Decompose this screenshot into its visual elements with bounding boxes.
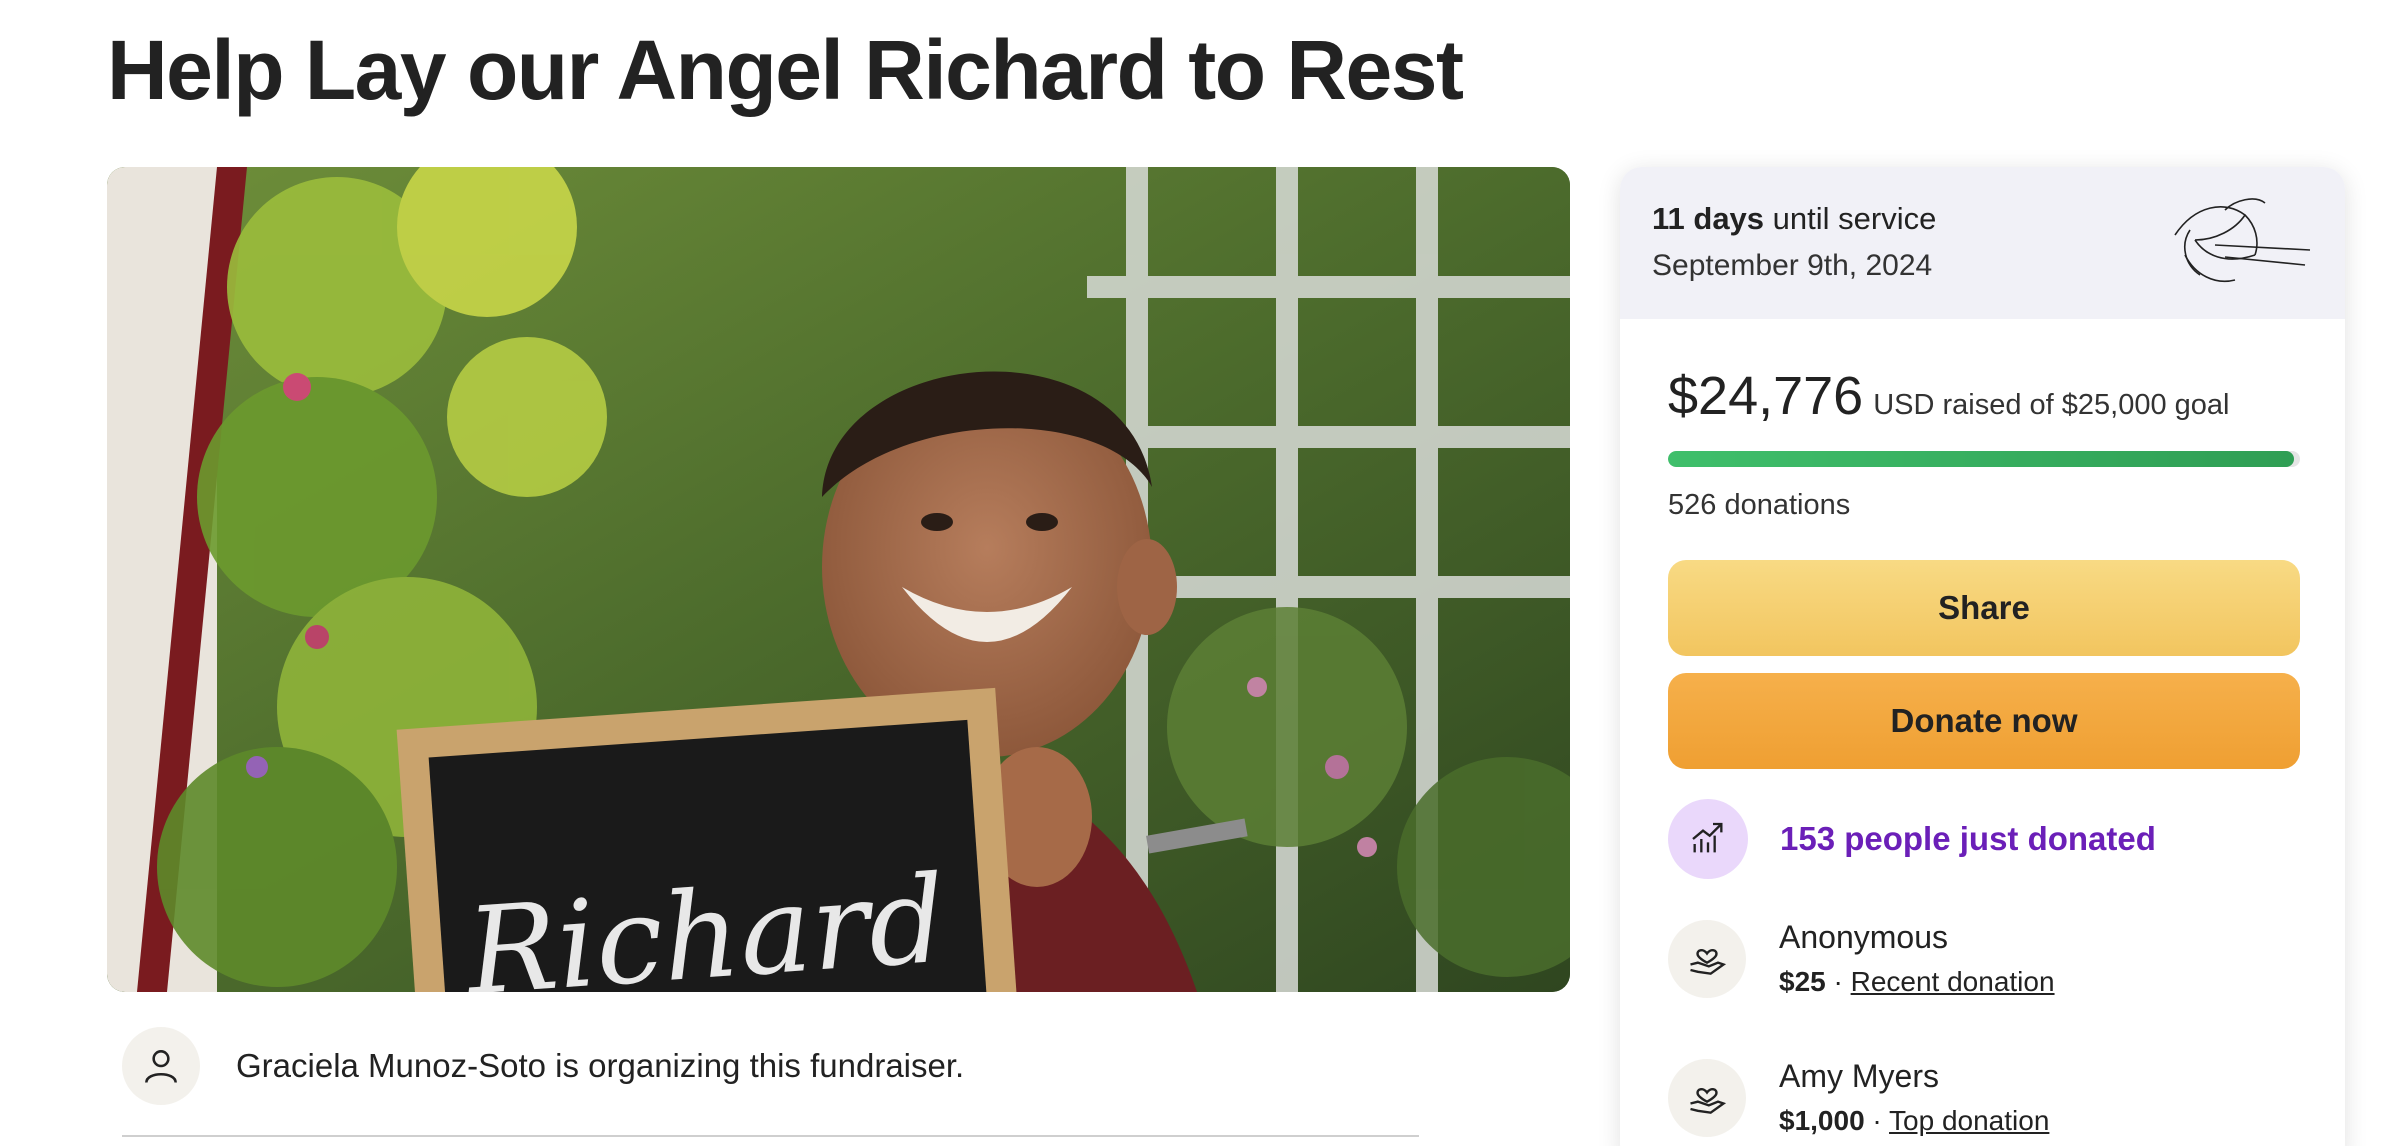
donor-name: Amy Myers — [1779, 1058, 1939, 1094]
heart-hand-icon — [1668, 919, 1746, 998]
service-banner: 11 days until service September 9th, 202… — [1620, 167, 2345, 319]
user-icon — [122, 1027, 200, 1105]
progress-bar — [1668, 451, 2300, 467]
donate-now-button[interactable]: Donate now — [1668, 673, 2300, 769]
just-donated-row: 153 people just donated — [1668, 799, 2297, 879]
donor-amount: $25 — [1779, 966, 1826, 997]
page-title: Help Lay our Angel Richard to Rest — [107, 23, 1464, 117]
donor-item: Amy Myers $1,000 · Top donation — [1668, 1058, 2297, 1137]
donor-separator: · — [1833, 966, 1843, 997]
stats-panel: $24,776 USD raised of $25,000 goal 526 d… — [1620, 365, 2345, 1137]
lily-icon — [2174, 198, 2311, 282]
organizer-text: Graciela Munoz-Soto is organizing this f… — [236, 1047, 965, 1084]
donor-amount: $1,000 — [1779, 1105, 1865, 1136]
service-days: 11 days — [1652, 201, 1765, 236]
just-donated-text: 153 people just donated — [1780, 820, 2156, 857]
heart-hand-icon — [1668, 1058, 1746, 1137]
share-button[interactable]: Share — [1668, 560, 2300, 656]
donor-name: Anonymous — [1779, 919, 1948, 955]
progress-bar-fill — [1668, 451, 2295, 467]
donation-count: 526 donations — [1668, 489, 1851, 521]
divider — [122, 1135, 1419, 1137]
hero-photo-illustration: Richard — [107, 167, 1570, 992]
trend-up-icon — [1668, 799, 1748, 879]
raised-summary: $24,776 USD raised of $25,000 goal — [1668, 365, 2297, 427]
organizer-row: Graciela Munoz-Soto is organizing this f… — [122, 1026, 964, 1106]
donor-item: Anonymous $25 · Recent donation — [1668, 919, 2297, 998]
donor-separator: · — [1872, 1105, 1882, 1136]
raised-amount: $24,776 — [1668, 366, 1864, 426]
recent-donation-link[interactable]: Recent donation — [1851, 966, 2055, 997]
donation-sidebar: 11 days until service September 9th, 202… — [1620, 167, 2345, 1146]
top-donation-link[interactable]: Top donation — [1889, 1105, 2049, 1136]
service-until: until service — [1772, 201, 1937, 236]
raised-goal-text: USD raised of $25,000 goal — [1873, 389, 2230, 421]
hero-photo[interactable]: Richard — [107, 167, 1570, 992]
